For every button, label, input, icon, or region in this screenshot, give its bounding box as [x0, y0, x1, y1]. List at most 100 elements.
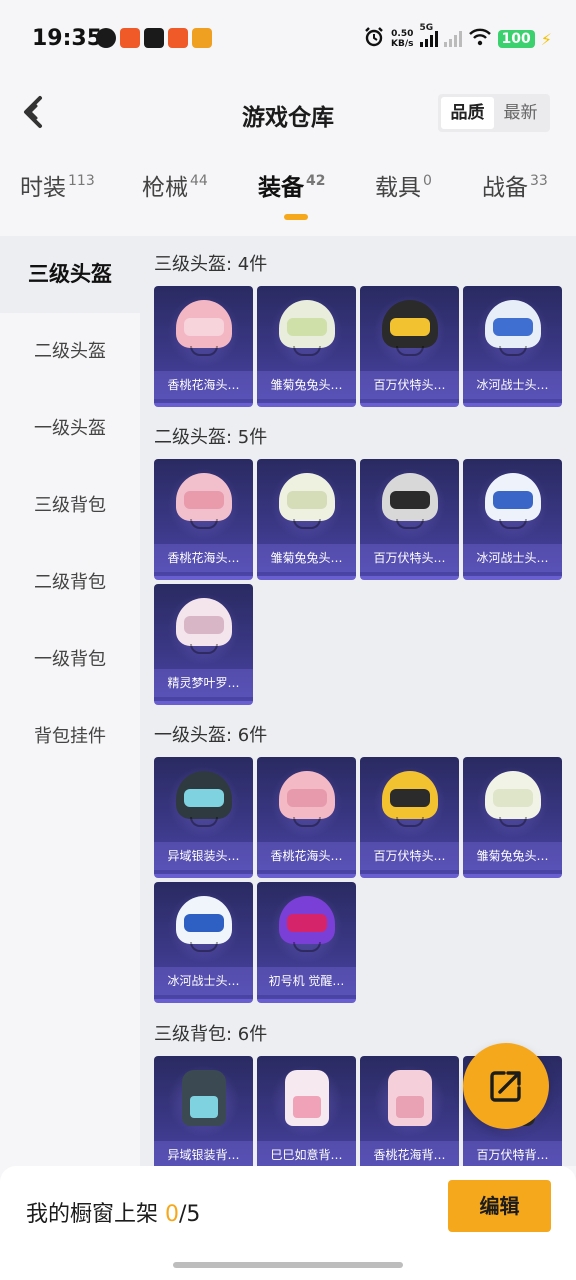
item-card[interactable]: 雏菊兔兔头…	[257, 459, 356, 580]
tab-fashion[interactable]: 时装 113	[20, 168, 95, 202]
helmet-visor	[493, 491, 533, 509]
signal-weak-icon	[443, 31, 462, 47]
item-name: 香桃花海头…	[154, 371, 253, 399]
header: 游戏仓库 品质 最新	[0, 72, 576, 152]
helmet-visor	[493, 789, 533, 807]
item-name: 异域银装背…	[154, 1141, 253, 1166]
item-name: 香桃花海头…	[154, 544, 253, 572]
item-card[interactable]: 初号机 觉醒…	[257, 882, 356, 1003]
charging-icon: ⚡	[540, 29, 552, 49]
sort-by-newest[interactable]: 最新	[494, 97, 547, 129]
item-card[interactable]: 雏菊兔兔头…	[463, 757, 562, 878]
helmet-visor	[390, 789, 430, 807]
item-name: 百万伏特头…	[360, 842, 459, 870]
showcase-status: 我的橱窗上架 0/5	[26, 1202, 201, 1227]
helmet-visor	[287, 789, 327, 807]
net-speed: 0.50 KB/s	[391, 29, 414, 49]
helmet-visor	[493, 318, 533, 336]
item-card[interactable]: 冰河战士头…	[463, 286, 562, 407]
share-button[interactable]	[463, 1043, 549, 1129]
item-card[interactable]: 冰河战士头…	[463, 459, 562, 580]
sidebar-item-level3-helmet[interactable]: 三级头盔	[0, 236, 140, 313]
item-name: 百万伏特头…	[360, 544, 459, 572]
sidebar-item-level3-backpack[interactable]: 三级背包	[0, 467, 140, 544]
item-grid: 三级头盔: 4件 二级头盔: 5件 一级头盔: 6件 三级背包: 6件 香桃花海…	[140, 236, 576, 1166]
backpack-pocket	[190, 1096, 218, 1118]
item-card[interactable]: 冰河战士头…	[154, 882, 253, 1003]
wifi-icon	[468, 28, 492, 50]
item-card[interactable]: 香桃花海头…	[154, 286, 253, 407]
alarm-icon	[363, 26, 385, 52]
app-notification-icon	[144, 28, 164, 48]
helmet-visor	[184, 789, 224, 807]
item-name: 冰河战士头…	[463, 544, 562, 572]
bottom-bar: 我的橱窗上架 0/5 编辑	[0, 1166, 576, 1280]
item-card[interactable]: 百万伏特头…	[360, 459, 459, 580]
item-name: 巳巳如意背…	[257, 1141, 356, 1166]
tab-battle-gear[interactable]: 战备 33	[482, 168, 548, 202]
item-card[interactable]: 香桃花海头…	[154, 459, 253, 580]
app-notification-icon	[168, 28, 188, 48]
sort-toggle: 品质 最新	[438, 94, 550, 132]
home-indicator	[173, 1262, 403, 1268]
signal-5g-icon: 5G	[419, 23, 438, 47]
tab-guns[interactable]: 枪械 44	[142, 168, 208, 202]
backpack-pocket	[293, 1096, 321, 1118]
edit-button[interactable]: 编辑	[448, 1180, 551, 1232]
backpack-pocket	[396, 1096, 424, 1118]
item-name: 雏菊兔兔头…	[463, 842, 562, 870]
item-card[interactable]: 香桃花海头…	[257, 757, 356, 878]
qq-icon	[96, 28, 116, 48]
helmet-visor	[184, 616, 224, 634]
helmet-visor	[184, 491, 224, 509]
status-bar: 19:35 0.50 KB/s 5G 100 ⚡	[0, 0, 576, 72]
helmet-visor	[287, 914, 327, 932]
item-name: 初号机 觉醒…	[257, 967, 356, 995]
section-title: 一级头盔: 6件	[154, 725, 268, 746]
item-name: 冰河战士头…	[463, 371, 562, 399]
item-name: 雏菊兔兔头…	[257, 544, 356, 572]
helmet-visor	[184, 914, 224, 932]
item-card[interactable]: 异域银装背…	[154, 1056, 253, 1166]
helmet-visor	[390, 491, 430, 509]
item-card[interactable]: 香桃花海背…	[360, 1056, 459, 1166]
helmet-visor	[390, 318, 430, 336]
section-title: 二级头盔: 5件	[154, 427, 268, 448]
sidebar-item-backpack-charm[interactable]: 背包挂件	[0, 698, 140, 775]
item-card[interactable]: 精灵梦叶罗…	[154, 584, 253, 705]
item-name: 百万伏特背…	[463, 1141, 562, 1166]
tab-vehicles[interactable]: 载具 0	[375, 168, 432, 202]
category-tabs: 时装 113 枪械 44 装备 42 载具 0 战备 33	[0, 168, 576, 228]
battery-icon: 100	[497, 30, 535, 48]
item-name: 香桃花海背…	[360, 1141, 459, 1166]
item-card[interactable]: 百万伏特头…	[360, 757, 459, 878]
app-notification-icon	[120, 28, 140, 48]
tab-indicator	[284, 214, 308, 220]
sidebar-item-level2-helmet[interactable]: 二级头盔	[0, 313, 140, 390]
helmet-visor	[287, 318, 327, 336]
section-title: 三级头盔: 4件	[154, 254, 268, 275]
item-name: 异域银装头…	[154, 842, 253, 870]
item-name: 精灵梦叶罗…	[154, 669, 253, 697]
sidebar-item-level1-backpack[interactable]: 一级背包	[0, 621, 140, 698]
tab-equipment[interactable]: 装备 42	[258, 168, 325, 202]
sidebar-item-level2-backpack[interactable]: 二级背包	[0, 544, 140, 621]
item-card[interactable]: 百万伏特头…	[360, 286, 459, 407]
item-card[interactable]: 巳巳如意背…	[257, 1056, 356, 1166]
app-notification-icon	[192, 28, 212, 48]
item-card[interactable]: 雏菊兔兔头…	[257, 286, 356, 407]
sort-by-quality[interactable]: 品质	[441, 97, 494, 129]
external-link-icon	[490, 1071, 521, 1102]
item-name: 雏菊兔兔头…	[257, 371, 356, 399]
system-icons: 0.50 KB/s 5G 100 ⚡	[363, 23, 552, 52]
sidebar: 三级头盔 二级头盔 一级头盔 三级背包 二级背包 一级背包 背包挂件	[0, 236, 140, 1166]
item-name: 百万伏特头…	[360, 371, 459, 399]
sidebar-item-level1-helmet[interactable]: 一级头盔	[0, 390, 140, 467]
item-name: 冰河战士头…	[154, 967, 253, 995]
status-time: 19:35	[32, 26, 103, 51]
item-name: 香桃花海头…	[257, 842, 356, 870]
item-card[interactable]: 异域银装头…	[154, 757, 253, 878]
helmet-visor	[184, 318, 224, 336]
helmet-visor	[287, 491, 327, 509]
notification-icons	[96, 28, 212, 48]
